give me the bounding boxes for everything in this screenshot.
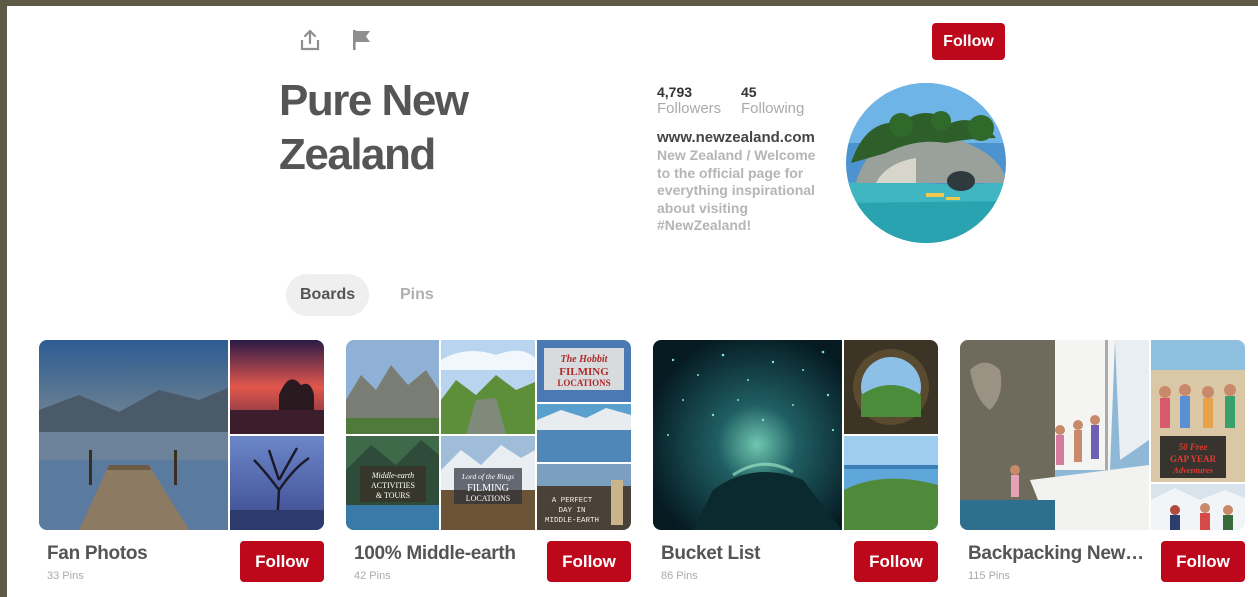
cover-text-day-line3: MIDDLE-EARTH [545, 517, 599, 525]
board-name[interactable]: Bucket List [661, 542, 851, 566]
following-stat[interactable]: 45 Following [741, 84, 804, 118]
board-follow-button[interactable]: Follow [1161, 541, 1245, 582]
board-follow-button[interactable]: Follow [547, 541, 631, 582]
board-pin-count: 33 Pins [47, 570, 84, 582]
cover-text-hobbit-locations: LOCATIONS [557, 378, 610, 388]
cover-text-day-line1: A PERFECT [552, 497, 593, 505]
profile-follow-button[interactable]: Follow [932, 23, 1005, 60]
cover-text-day-line2: DAY IN [558, 507, 585, 515]
followers-label: Followers [657, 100, 722, 117]
board-cover[interactable] [39, 340, 324, 530]
cover-text-hobbit-title: The Hobbit [561, 354, 609, 365]
cover-text-me-tours: & TOURS [376, 491, 410, 500]
cover-text-gap-adventures: Adventures [1172, 465, 1213, 475]
tab-pins[interactable]: Pins [386, 274, 448, 316]
board-name[interactable]: Backpacking New Zealand [968, 542, 1146, 566]
board-follow-button[interactable]: Follow [854, 541, 938, 582]
board-pin-count: 42 Pins [354, 570, 391, 582]
following-label: Following [741, 100, 805, 117]
followers-stat[interactable]: 4,793 Followers [657, 84, 721, 118]
cover-text-gap-free: 50 Free [1179, 442, 1208, 452]
board-cover[interactable]: The Hobbit FILMING LOCATIONS Middle-eart… [346, 340, 631, 530]
cover-text-lotr-locations: LOCATIONS [466, 494, 510, 503]
avatar [846, 83, 1006, 243]
board-name[interactable]: Fan Photos [47, 542, 237, 566]
cover-text-gap-year: GAP YEAR [1170, 454, 1216, 464]
flag-icon[interactable] [350, 28, 374, 52]
profile-bio: New Zealand / Welcome to the official pa… [657, 147, 816, 233]
following-count: 45 [741, 84, 757, 100]
profile-website-link[interactable]: www.newzealand.com [657, 129, 827, 147]
board-cover[interactable] [653, 340, 938, 530]
board-card-fan-photos: Fan Photos 33 Pins Follow [39, 340, 324, 585]
cover-text-me-title: Middle-earth [371, 471, 414, 480]
cover-text-hobbit-filming: FILMING [559, 366, 609, 378]
cover-text-lotr-filming: FILMING [467, 483, 509, 494]
page-title: Pure New Zealand [279, 76, 469, 179]
board-card-100-middle-earth: The Hobbit FILMING LOCATIONS Middle-eart… [346, 340, 631, 585]
followers-count: 4,793 [657, 84, 693, 100]
board-pin-count: 115 Pins [968, 570, 1010, 582]
cover-text-me-activities: ACTIVITIES [371, 481, 415, 490]
board-name[interactable]: 100% Middle-earth [354, 542, 544, 566]
board-follow-button[interactable]: Follow [240, 541, 324, 582]
board-cover[interactable]: 50 Free GAP YEAR Adventures [960, 340, 1245, 530]
share-icon[interactable] [298, 28, 322, 52]
board-pin-count: 86 Pins [661, 570, 698, 582]
tab-boards[interactable]: Boards [286, 274, 370, 316]
board-card-backpacking-new-zealand: 50 Free GAP YEAR Adventures Backpacking … [960, 340, 1245, 585]
board-card-bucket-list: Bucket List 86 Pins Follow [653, 340, 938, 585]
cover-text-lotr-title: Lord of the Rings [461, 472, 514, 481]
